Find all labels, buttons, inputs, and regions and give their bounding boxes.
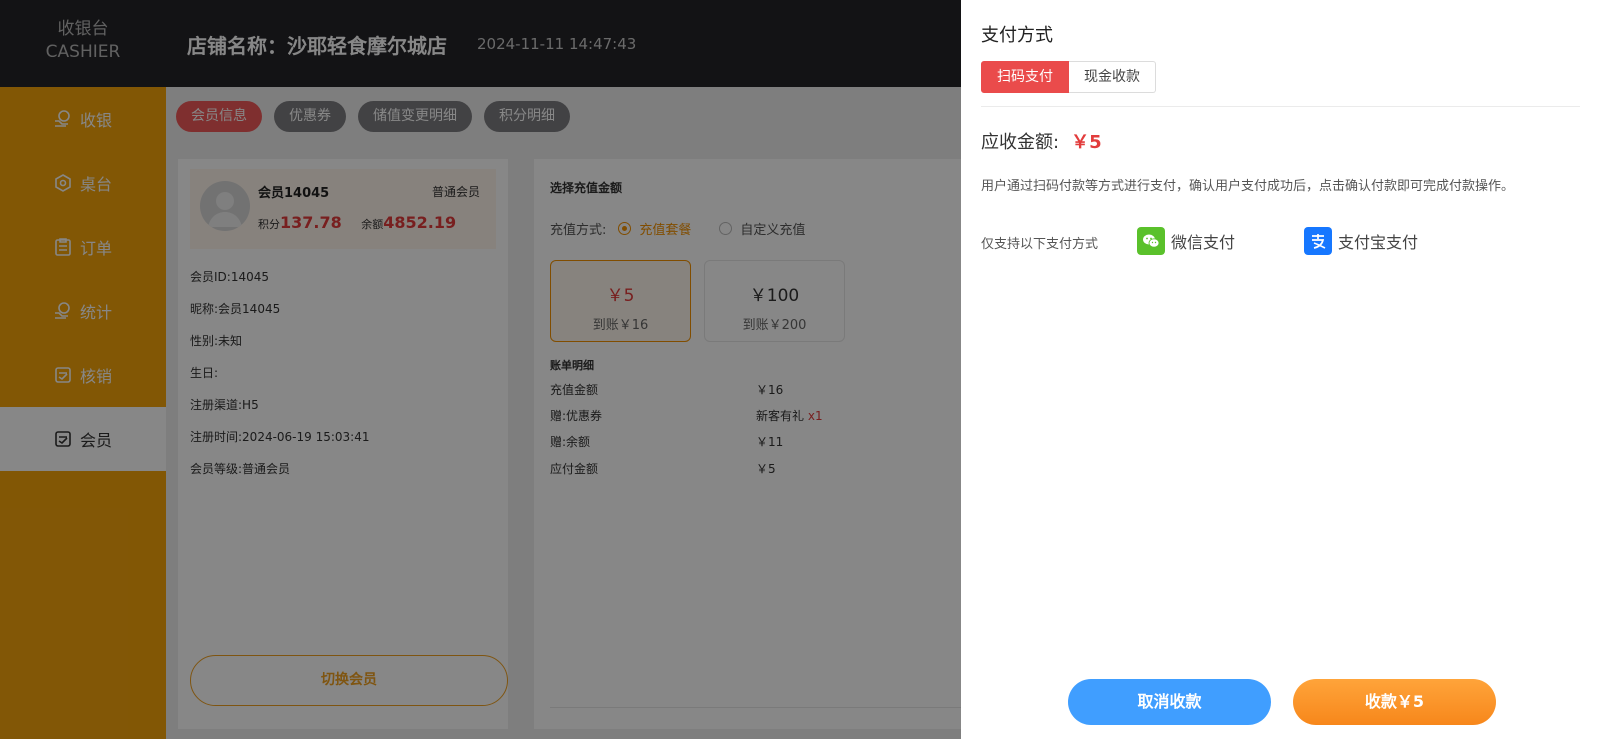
cancel-payment-button[interactable]: 取消收款	[1068, 679, 1271, 725]
receivable-amount: 应收金额: ￥5	[981, 128, 1102, 154]
divider	[981, 106, 1580, 107]
payment-tabs: 扫码支付 现金收款	[981, 61, 1156, 93]
payment-description: 用户通过扫码付款等方式进行支付，确认用户支付成功后，点击确认付款即可完成付款操作…	[981, 179, 1515, 194]
alipay-icon	[1304, 227, 1332, 255]
modal-overlay[interactable]	[0, 0, 961, 739]
tab-cash-pay[interactable]: 现金收款	[1069, 61, 1156, 93]
wechat-icon	[1137, 227, 1165, 255]
alipay-label: 支付宝支付	[1338, 233, 1419, 252]
amount-value: ￥5	[1071, 132, 1102, 153]
amount-label: 应收金额:	[981, 132, 1060, 153]
wechat-pay-method: 微信支付	[1137, 227, 1235, 255]
action-buttons: 取消收款 收款￥5	[1068, 679, 1496, 725]
methods-label: 仅支持以下支付方式	[981, 237, 1099, 252]
confirm-payment-button[interactable]: 收款￥5	[1293, 679, 1496, 725]
supported-methods: 仅支持以下支付方式 微信支付 支付宝支付	[981, 226, 1541, 256]
wechat-pay-label: 微信支付	[1171, 233, 1236, 252]
drawer-title: 支付方式	[981, 25, 1053, 46]
payment-drawer: 支付方式 扫码支付 现金收款 应收金额: ￥5 用户通过扫码付款等方式进行支付，确…	[961, 0, 1600, 739]
alipay-method: 支付宝支付	[1304, 227, 1418, 255]
tab-scan-pay[interactable]: 扫码支付	[981, 61, 1069, 93]
